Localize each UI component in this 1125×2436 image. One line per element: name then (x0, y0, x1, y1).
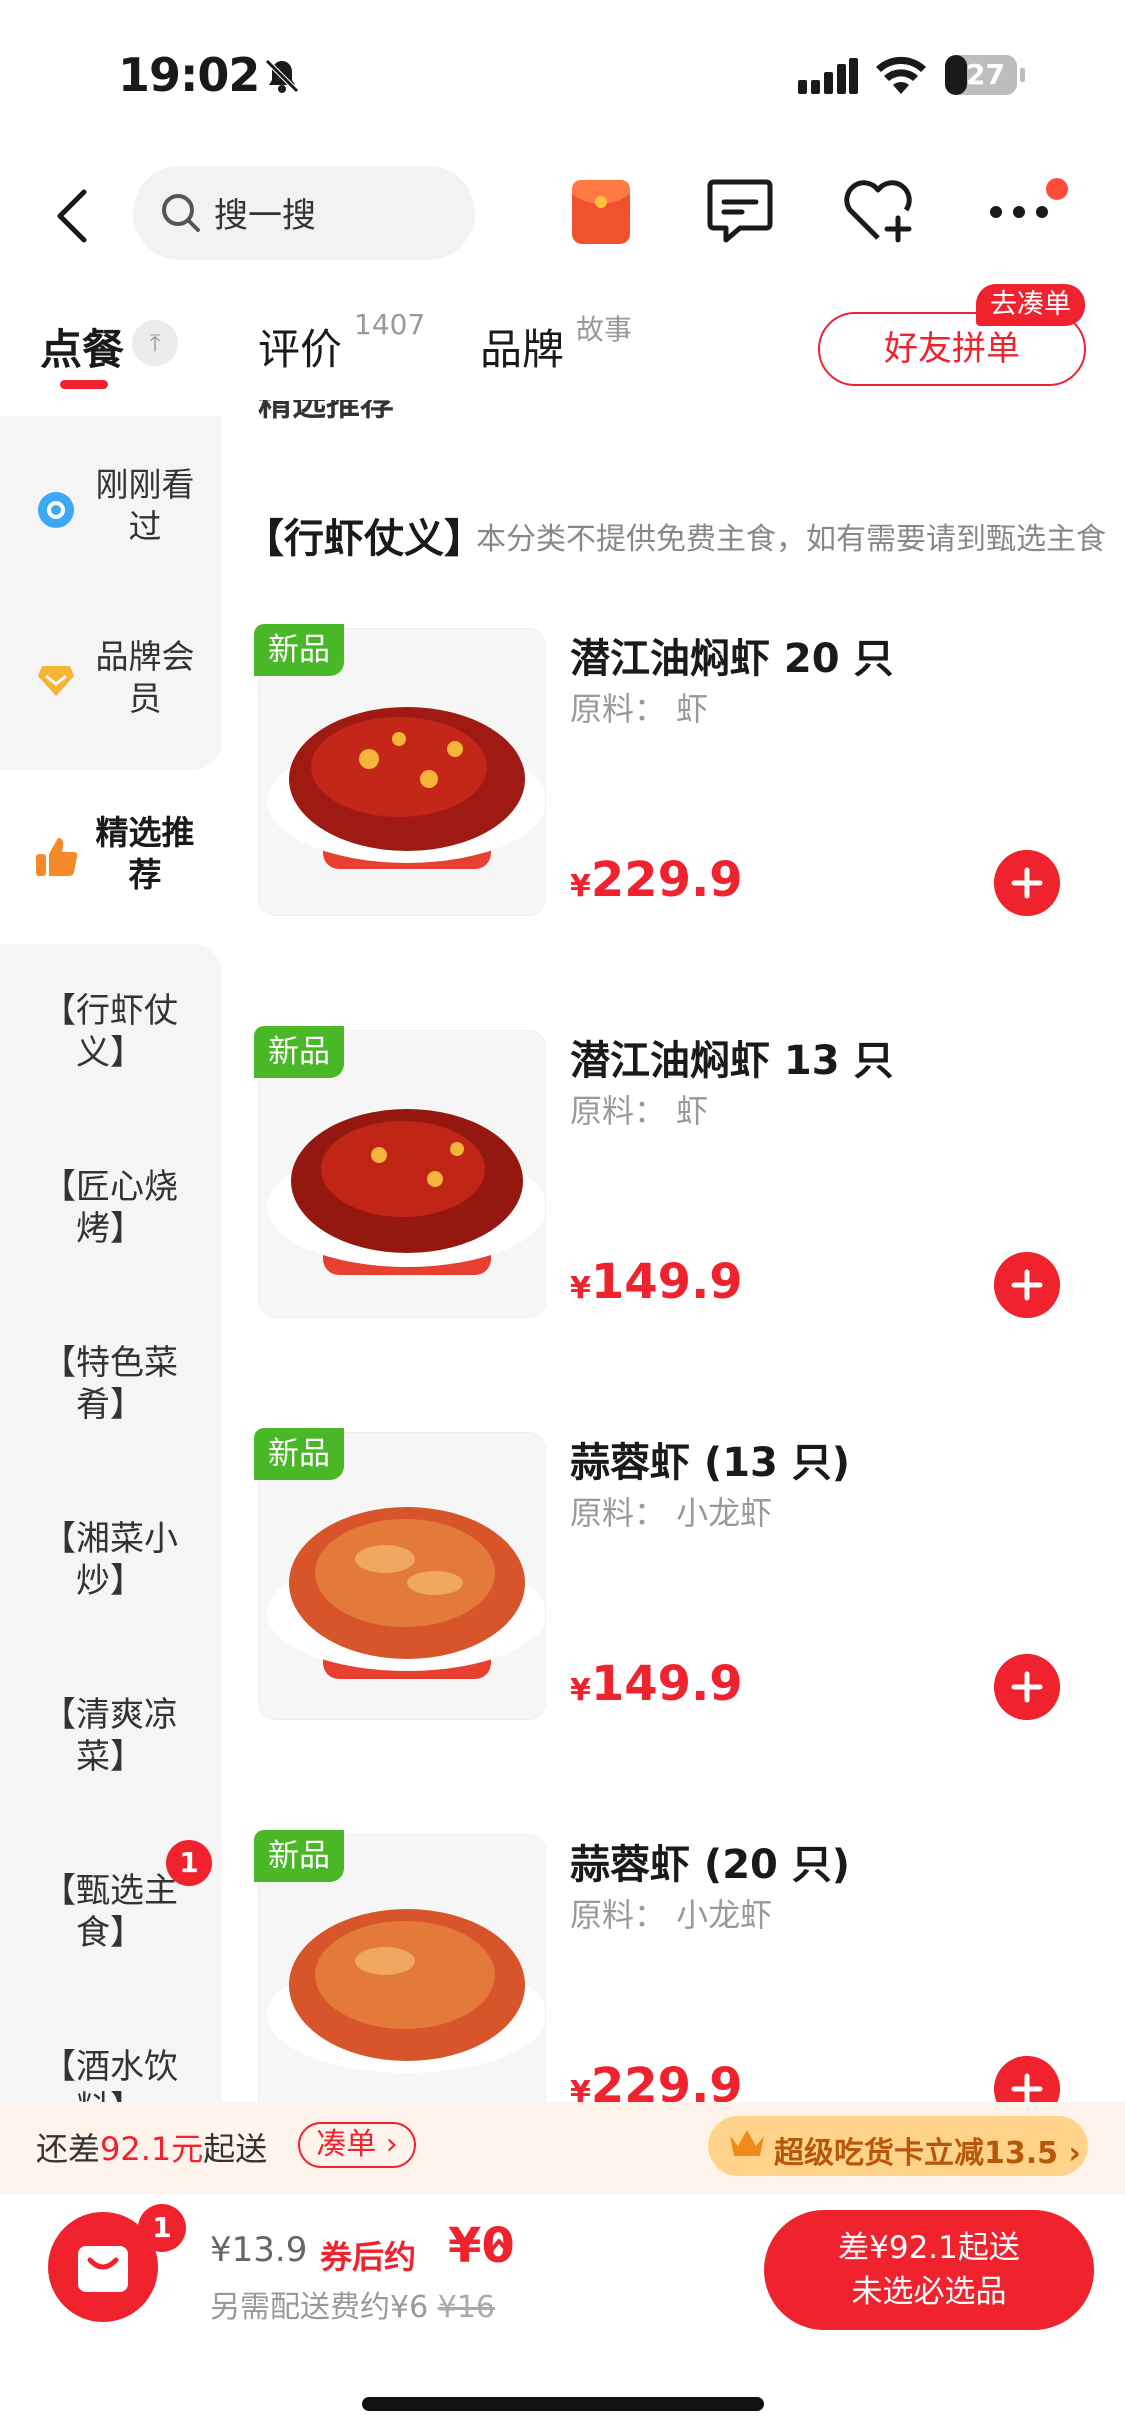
red-packet-icon[interactable] (572, 180, 630, 244)
sidebar-item-hunan[interactable]: 【湘菜小炒】 (20, 1518, 200, 1602)
wifi-icon (876, 56, 926, 94)
crown-icon (730, 2130, 764, 2156)
product-price: ¥229.9 (570, 852, 743, 908)
tab-brand[interactable]: 品牌 (480, 316, 564, 377)
sidebar-item-bbq[interactable]: 【匠心烧烤】 (20, 1166, 200, 1250)
add-more-button[interactable]: 凑单 › (298, 2122, 416, 2168)
status-time: 19:02 (118, 48, 260, 102)
search-placeholder: 搜一搜 (214, 196, 316, 236)
cut-section-title-wrap: 精选推荐 (222, 400, 1125, 440)
new-tag: 新品 (254, 1428, 344, 1480)
home-indicator (362, 2397, 764, 2411)
super-card-text: 超级吃货卡立减13.5 › (774, 2136, 1081, 2171)
add-to-cart-button[interactable] (994, 2056, 1060, 2102)
checkout-button[interactable]: 差¥92.1起送 未选必选品 (764, 2210, 1094, 2330)
tab-review[interactable]: 评价 (258, 316, 342, 377)
checkout-line1: 差¥92.1起送 (838, 2230, 1020, 2266)
new-tag: 新品 (254, 1830, 344, 1882)
pin-top-icon[interactable]: ⤒ (132, 320, 178, 366)
new-tag: 新品 (254, 1026, 344, 1078)
review-count: 1407 (354, 308, 426, 341)
sidebar-member-label: 品牌会员 (95, 637, 195, 718)
product-name[interactable]: 潜江油焖虾 13 只 (570, 1028, 894, 1086)
sidebar-item-staple[interactable]: 【甄选主食】 (20, 1870, 200, 1954)
new-tag: 新品 (254, 624, 344, 676)
product-card[interactable]: 新品 (254, 1026, 546, 1318)
sidebar-item-shrimp[interactable]: 【行虾仗义】 (20, 990, 200, 1074)
product-material: 原料： 虾 (570, 690, 709, 728)
add-to-cart-button[interactable] (994, 1252, 1060, 1318)
chevron-up-icon[interactable] (486, 2236, 512, 2256)
checkout-line2: 未选必选品 (851, 2274, 1007, 2310)
product-card-clip: 新品 蒜蓉虾 (20 只) 原料： 小龙虾 ¥229.9 (222, 1830, 1125, 2102)
section-note: 本分类不提供免费主食，如有需要请到甄选主食 (476, 522, 1106, 557)
product-name[interactable]: 蒜蓉虾 (13 只) (570, 1430, 850, 1488)
staple-count-badge: 1 (166, 1840, 212, 1886)
product-name[interactable]: 潜江油焖虾 20 只 (570, 626, 894, 684)
diamond-icon (38, 666, 74, 696)
add-to-cart-button[interactable] (994, 850, 1060, 916)
message-icon[interactable] (706, 178, 774, 244)
sidebar-recent-label: 刚刚看过 (95, 465, 195, 546)
cut-section-title: 精选推荐 (258, 400, 394, 424)
sidebar-item-member[interactable]: 品牌会员 (0, 626, 222, 746)
product-material: 原料： 虾 (570, 1092, 709, 1130)
section-title: 【行虾仗义】 (244, 516, 484, 562)
thumbs-up-icon (36, 838, 78, 876)
product-card[interactable]: 新品 (254, 1830, 546, 2102)
after-coupon-label: 券后约 (320, 2238, 417, 2276)
notification-dot (1046, 178, 1068, 200)
battery-icon: 27 (944, 54, 1026, 96)
battery-level: 27 (966, 58, 1005, 91)
product-card[interactable]: 新品 (254, 1428, 546, 1720)
sidebar-item-specialty[interactable]: 【特色菜肴】 (20, 1342, 200, 1426)
eye-icon (38, 492, 74, 528)
product-name[interactable]: 蒜蓉虾 (20 只) (570, 1832, 850, 1890)
product-card[interactable]: 新品 (254, 624, 546, 916)
cellular-signal-icon (798, 58, 858, 94)
go-add-tag: 去凑单 (976, 284, 1085, 326)
delivery-fee: 另需配送费约¥6 ¥16 (210, 2290, 495, 2325)
more-icon[interactable] (988, 204, 1050, 220)
tab-active-indicator (60, 380, 108, 389)
product-price: ¥149.9 (570, 1254, 743, 1310)
tab-order[interactable]: 点餐 (40, 316, 124, 377)
cart-count-badge: 1 (138, 2204, 186, 2252)
mute-bell-icon (265, 59, 299, 93)
sidebar-item-recent[interactable]: 刚刚看过 (0, 450, 222, 570)
sidebar-featured-label: 精选推荐 (95, 813, 195, 894)
sidebar-item-cold[interactable]: 【清爽凉菜】 (20, 1694, 200, 1778)
product-material: 原料： 小龙虾 (570, 1494, 773, 1532)
original-price: ¥13.9 (210, 2230, 308, 2270)
min-order-text: 还差92.1元起送 (36, 2130, 268, 2168)
search-icon (162, 194, 200, 232)
add-to-cart-button[interactable] (994, 1654, 1060, 1720)
product-price: ¥149.9 (570, 1656, 743, 1712)
product-price: ¥229.9 (570, 2058, 743, 2102)
back-arrow-icon[interactable] (52, 186, 92, 246)
brand-story-label: 故事 (576, 313, 633, 346)
sidebar-item-featured[interactable]: 精选推荐 (0, 800, 222, 920)
product-material: 原料： 小龙虾 (570, 1896, 773, 1934)
favorite-heart-icon[interactable] (842, 178, 914, 244)
